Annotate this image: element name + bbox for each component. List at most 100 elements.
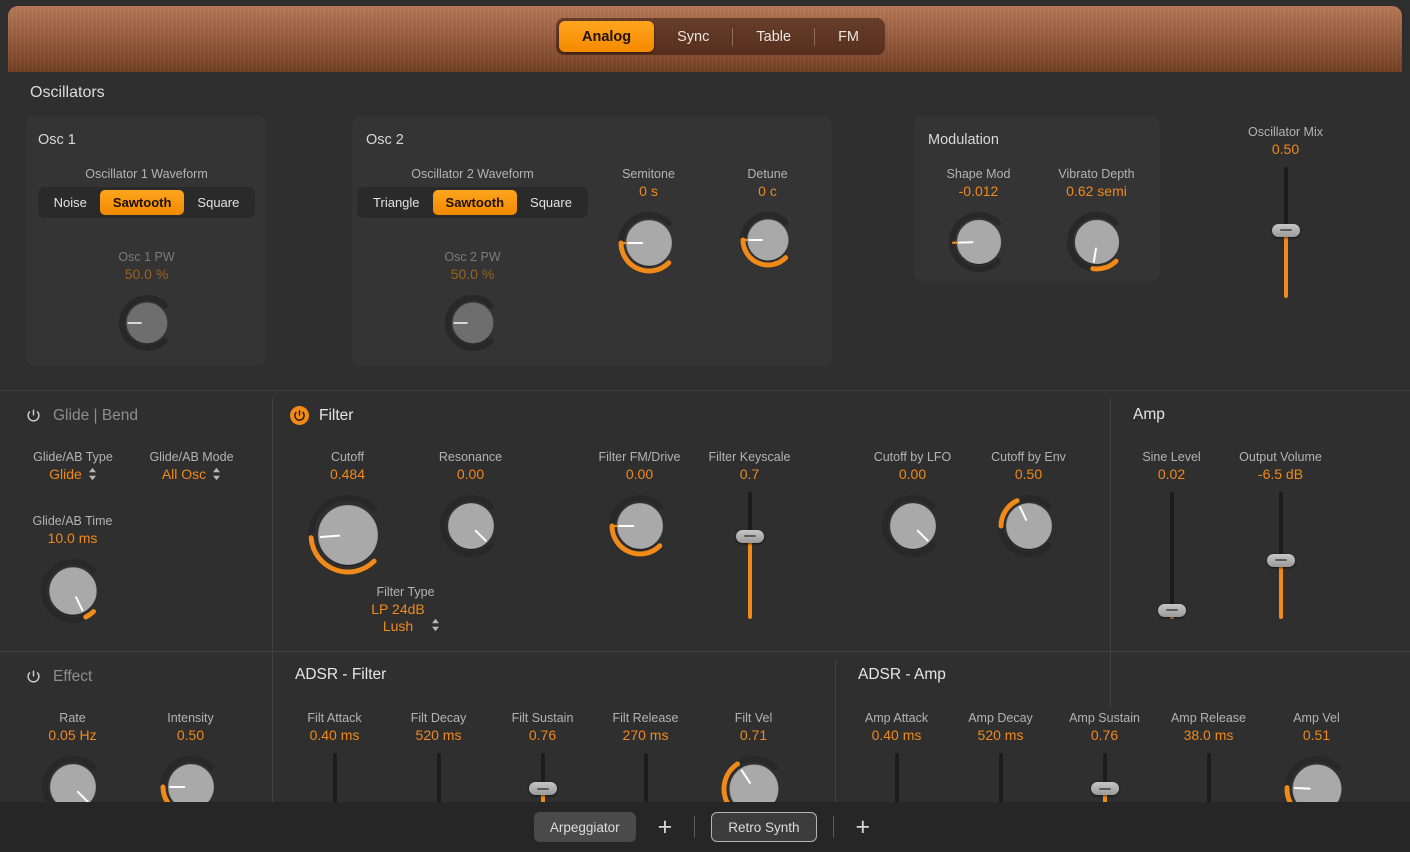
osc1-pw-control: Osc 1 PW 50.0 % — [96, 250, 197, 355]
oscillator-mix-value: 0.50 — [1272, 141, 1299, 157]
tab-sync[interactable]: Sync — [654, 21, 732, 52]
vibrato-depth-knob[interactable] — [1063, 208, 1131, 276]
filter-fm-drive-knob[interactable] — [605, 491, 675, 561]
glide-mode-control: Glide/AB Mode All Osc — [141, 450, 242, 482]
add-midi-fx-button[interactable]: + — [652, 815, 679, 840]
sine-level-slider[interactable] — [1157, 492, 1187, 619]
amp-section-title: Amp — [1133, 406, 1165, 424]
amp-sustain-label: Amp Sustain — [1069, 711, 1140, 725]
shape-mod-value: -0.012 — [959, 183, 999, 199]
osc1-waveform-label: Oscillator 1 Waveform — [85, 167, 207, 181]
slider-fill — [1284, 230, 1288, 298]
slider-thumb[interactable] — [1091, 782, 1119, 795]
filter-type-value-line1: LP 24dB — [371, 601, 424, 617]
osc2-waveform-option-sawtooth[interactable]: Sawtooth — [433, 190, 518, 215]
retro-synth-chip[interactable]: Retro Synth — [711, 812, 816, 842]
osc1-pw-knob[interactable] — [115, 291, 179, 355]
filt-attack-label: Filt Attack — [307, 711, 361, 725]
glide-time-value: 10.0 ms — [48, 530, 98, 546]
filt-vel-label: Filt Vel — [735, 711, 773, 725]
osc2-semitone-value: 0 s — [639, 183, 658, 199]
osc1-pw-value: 50.0 % — [125, 266, 169, 282]
filt-release-value: 270 ms — [623, 727, 669, 743]
osc1-waveform-selector: Noise Sawtooth Square — [38, 187, 256, 218]
resonance-label: Resonance — [439, 450, 502, 464]
osc2-detune-value: 0 c — [758, 183, 777, 199]
filter-type-control: Filter Type LP 24dB Lush — [355, 585, 456, 634]
effect-intensity-value: 0.50 — [177, 727, 204, 743]
osc2-pw-knob[interactable] — [441, 291, 505, 355]
cutoff-by-env-value: 0.50 — [1015, 466, 1042, 482]
filter-keyscale-slider[interactable] — [735, 492, 765, 619]
resonance-value: 0.00 — [457, 466, 484, 482]
filt-decay-value: 520 ms — [416, 727, 462, 743]
osc1-pw-label: Osc 1 PW — [118, 250, 174, 264]
shape-mod-knob[interactable] — [945, 208, 1013, 276]
effect-section-title: Effect — [53, 668, 92, 686]
glide-type-label: Glide/AB Type — [33, 450, 113, 464]
output-volume-slider[interactable] — [1266, 492, 1296, 619]
divider-effect-adsrfilter — [272, 659, 273, 804]
osc2-waveform-option-square[interactable]: Square — [517, 190, 585, 215]
output-volume-control: Output Volume -6.5 dB — [1230, 450, 1331, 619]
osc1-waveform-option-noise[interactable]: Noise — [41, 190, 100, 215]
vibrato-depth-control: Vibrato Depth 0.62 semi — [1046, 167, 1147, 276]
amp-release-value: 38.0 ms — [1184, 727, 1234, 743]
slider-thumb[interactable] — [1158, 604, 1186, 617]
filt-release-label: Filt Release — [613, 711, 679, 725]
glide-mode-menu[interactable]: All Osc — [162, 466, 221, 482]
tab-table[interactable]: Table — [733, 21, 814, 52]
slider-thumb[interactable] — [1272, 224, 1300, 237]
slider-thumb[interactable] — [1267, 554, 1295, 567]
filter-fm-drive-label: Filter FM/Drive — [599, 450, 681, 464]
power-icon-glide[interactable] — [24, 406, 43, 425]
divider-filter-amp — [1110, 398, 1111, 708]
osc1-waveform-option-sawtooth[interactable]: Sawtooth — [100, 190, 185, 215]
slider-track — [1170, 492, 1174, 619]
effect-rate-value: 0.05 Hz — [48, 727, 96, 743]
cutoff-by-env-knob[interactable] — [994, 491, 1064, 561]
tab-analog[interactable]: Analog — [559, 21, 654, 52]
slider-thumb[interactable] — [736, 530, 764, 543]
amp-attack-value: 0.40 ms — [872, 727, 922, 743]
osc2-waveform-selector: Triangle Sawtooth Square — [357, 187, 588, 218]
osc2-pw-control: Osc 2 PW 50.0 % — [422, 250, 523, 355]
cutoff-by-lfo-knob[interactable] — [878, 491, 948, 561]
filter-section-header: Filter — [290, 406, 353, 425]
amp-attack-label: Amp Attack — [865, 711, 928, 725]
vibrato-depth-value: 0.62 semi — [1066, 183, 1127, 199]
modulation-label: Modulation — [928, 132, 999, 148]
cutoff-knob[interactable] — [304, 491, 392, 579]
output-volume-label: Output Volume — [1239, 450, 1322, 464]
slider-thumb[interactable] — [529, 782, 557, 795]
oscillator-mix-label: Oscillator Mix — [1248, 125, 1323, 139]
slider-fill — [1279, 560, 1283, 619]
osc2-semitone-knob[interactable] — [614, 208, 684, 278]
power-icon-filter[interactable] — [290, 406, 309, 425]
cutoff-by-lfo-value: 0.00 — [899, 466, 926, 482]
tab-fm[interactable]: FM — [815, 21, 882, 52]
filter-section-title: Filter — [319, 407, 353, 425]
glide-type-menu[interactable]: Glide — [49, 466, 97, 482]
oscillator-mix-control: Oscillator Mix 0.50 — [1235, 125, 1336, 298]
amp-vel-value: 0.51 — [1303, 727, 1330, 743]
filter-type-menu[interactable]: LP 24dB Lush — [371, 601, 439, 634]
amp-decay-label: Amp Decay — [968, 711, 1033, 725]
arpeggiator-chip[interactable]: Arpeggiator — [534, 812, 636, 842]
cutoff-by-lfo-control: Cutoff by LFO 0.00 — [862, 450, 963, 561]
adsr-amp-section-title: ADSR - Amp — [858, 666, 946, 684]
filt-vel-value: 0.71 — [740, 727, 767, 743]
filter-type-label: Filter Type — [376, 585, 434, 599]
osc2-detune-knob[interactable] — [736, 208, 800, 272]
engine-tab-group: Analog Sync Table FM — [556, 18, 885, 55]
output-volume-value: -6.5 dB — [1258, 466, 1303, 482]
resonance-knob[interactable] — [436, 491, 506, 561]
add-plugin-button[interactable]: + — [850, 815, 877, 840]
glide-time-knob[interactable] — [37, 555, 109, 627]
power-icon-effect[interactable] — [24, 667, 43, 686]
osc1-waveform-option-square[interactable]: Square — [184, 190, 252, 215]
osc2-waveform-option-triangle[interactable]: Triangle — [360, 190, 432, 215]
osc2-waveform-control: Oscillator 2 Waveform Triangle Sawtooth … — [367, 167, 578, 218]
oscillator-mix-slider[interactable] — [1271, 167, 1301, 298]
divider-adsrfilter-adsramp — [835, 659, 836, 804]
